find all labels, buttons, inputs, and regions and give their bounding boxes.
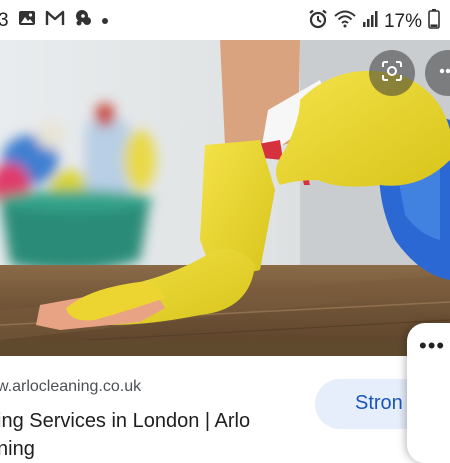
side-menu-card[interactable]: ••• <box>407 323 450 463</box>
more-horizontal-icon: ••• <box>419 333 446 358</box>
battery-percent: 17% <box>383 10 422 32</box>
battery-icon <box>428 9 440 34</box>
gmail-icon <box>45 10 65 31</box>
gallery-icon <box>18 10 36 31</box>
alarm-icon <box>308 9 328 34</box>
status-left: 3 <box>0 9 109 32</box>
google-lens-icon <box>380 59 404 88</box>
clock-time: 3 <box>0 9 9 31</box>
status-bar: 3 17% <box>0 0 450 40</box>
signal-icon <box>362 10 378 33</box>
more-options-icon <box>436 59 450 88</box>
status-right: 17% <box>308 9 440 34</box>
result-url[interactable]: w.arlocleaning.co.uk <box>0 378 141 396</box>
more-notifications-dot-icon <box>101 12 109 30</box>
chip-label: Stron <box>355 392 403 414</box>
app-notification-icon <box>74 9 92 32</box>
google-lens-button[interactable] <box>369 50 415 96</box>
result-title[interactable]: ing Services in London | Arlo <box>0 410 250 433</box>
wifi-icon <box>334 10 356 33</box>
